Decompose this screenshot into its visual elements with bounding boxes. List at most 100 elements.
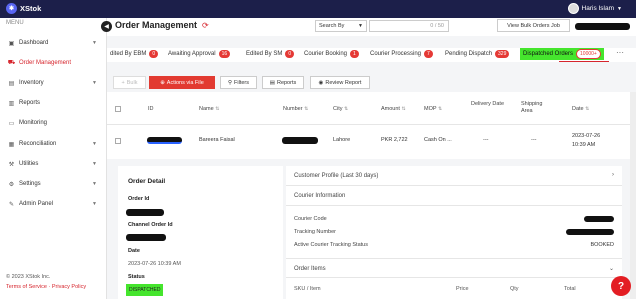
cell-time: 10:39 AM [572,142,596,148]
cell-number-redacted [282,137,318,144]
sidebar-item-admin-panel[interactable]: ✎ Admin Panel ▼ [0,198,107,210]
bulk-button[interactable]: + Bulk [113,76,146,89]
chevron-down-icon: ▼ [92,161,97,167]
scrollbar[interactable] [630,92,636,299]
order-id-link[interactable] [147,137,182,144]
tab-edited-by-ebm[interactable]: dited By EBM 0 [110,50,159,58]
search-input[interactable]: 0 / 50 [369,20,449,32]
chevron-right-icon: › [612,172,614,178]
sidebar-item-reports[interactable]: ▥ Reports [0,97,107,109]
order-detail-title: Order Detail [128,178,166,185]
help-button[interactable]: ? [611,276,631,296]
sidebar-item-monitoring[interactable]: ▭ Monitoring [0,117,107,129]
terms-link[interactable]: Terms of Service [6,284,47,290]
sidebar-item-order-management[interactable]: ⛟ Order Management [0,57,107,69]
cell-mop: Cash On ... [424,137,452,143]
courier-information-section[interactable]: Courier Information [286,186,622,206]
tab-label: Awaiting Approval [168,51,216,57]
sidebar-item-reconciliation[interactable]: ▦ Reconciliation ▼ [0,138,107,150]
order-id-value-redacted [126,209,164,216]
tab-edited-by-sm[interactable]: Edited By SM 0 [246,50,295,58]
filters-button-label: Filters [234,79,249,86]
sort-icon: ⇅ [304,106,309,112]
view-bulk-orders-job-button[interactable]: View Bulk Orders Job [497,19,570,32]
tab-count-badge: 7 [424,50,433,58]
menu-label: MENU [6,20,24,26]
tracking-number-redacted [566,229,614,235]
more-tabs-icon[interactable]: ··· [616,48,624,57]
orders-table: ID Name ⇅ Number ⇅ City ⇅ Amount ⇅ MOP ⇅… [107,92,636,159]
sidebar-item-settings[interactable]: ⚙ Settings ▼ [0,178,107,190]
gear-icon: ⚙ [8,181,15,188]
sidebar-item-label: Admin Panel [19,201,54,207]
chevron-down-icon: ▼ [617,5,622,12]
report-icon: ▤ [269,79,275,86]
section-title: Order Items [294,266,326,272]
report-icon: ▥ [8,100,15,107]
sidebar-item-dashboard[interactable]: ▣ Dashboard ▼ [0,37,107,49]
header-label: Amount [381,106,400,112]
search-by-label: Search By [319,23,345,29]
header-label: Shipping Area [521,101,543,114]
column-header-mop[interactable]: MOP ⇅ [424,106,442,113]
privacy-link[interactable]: Privacy Policy [52,284,86,290]
page-header: ◀ Order Management ⟳ Search By ▼ 0 / 50 … [101,18,636,36]
refresh-icon[interactable]: ⟳ [202,21,209,30]
header-label: ID [148,106,154,112]
dashboard-icon: ▣ [8,40,15,47]
column-header-id[interactable]: ID [148,106,154,113]
xstok-logo-icon: ✱ [6,3,17,14]
cell-amount: PKR 2,722 [381,137,408,143]
sort-icon: ⇅ [215,106,220,112]
tab-pending-dispatch[interactable]: Pending Dispatch 329 [445,50,510,58]
tab-label: Dispatched Orders [523,51,574,57]
tab-count-badge: 0 [149,50,159,58]
sidebar-item-label: Order Management [19,60,72,66]
eye-icon: ◉ [318,79,324,86]
tracking-status-label: Active Courier Tracking Status [294,242,368,248]
channel-order-id-value-redacted [126,234,166,241]
reports-button[interactable]: ▤ Reports [262,76,304,89]
column-header-delivery-date[interactable]: Delivery Date [471,101,505,108]
section-title: Customer Profile (Last 30 days) [294,173,379,179]
tab-courier-booking[interactable]: Courier Booking 1 [304,50,359,58]
actions-button-label: Actions via File [166,79,204,86]
brand[interactable]: ✱ XStok [6,3,41,14]
sidebar: MENU ▣ Dashboard ▼ ⛟ Order Management ▤ … [0,18,107,299]
review-report-button[interactable]: ◉ Review Report [310,76,370,89]
tab-courier-processing[interactable]: Courier Processing 7 [370,50,433,58]
sidebar-item-utilities[interactable]: ⚒ Utilities ▼ [0,158,107,170]
collapse-sidebar-button[interactable]: ◀ [101,21,112,32]
column-header-amount[interactable]: Amount ⇅ [381,106,406,113]
header-label: Date [572,106,584,112]
select-all-checkbox[interactable] [115,106,121,112]
status-label: Status [128,274,145,280]
tab-label: dited By EBM [110,51,147,57]
actions-via-file-button[interactable]: ⊕ Actions via File [149,76,215,89]
plus-icon: + [121,79,125,86]
tab-dispatched-orders[interactable]: Dispatched Orders 10000+ [520,48,604,60]
chevron-down-icon: ▼ [358,23,363,29]
row-checkbox[interactable] [115,138,121,144]
cell-city: Lahore [333,137,351,143]
tab-awaiting-approval[interactable]: Awaiting Approval 16 [168,50,231,58]
chevron-down-icon: ⌄ [608,266,614,272]
filters-button[interactable]: ⚲ Filters [220,76,257,89]
column-header-city[interactable]: City ⇅ [333,106,348,113]
column-header-number[interactable]: Number ⇅ [283,106,308,113]
sidebar-item-inventory[interactable]: ▤ Inventory ▼ [0,77,107,89]
sort-icon: ⇅ [585,106,590,112]
column-header-shipping-area[interactable]: Shipping Area [521,101,555,115]
column-header-date[interactable]: Date ⇅ [572,106,589,113]
tab-count-badge: 10000+ [576,49,601,59]
avatar [567,3,579,14]
tab-count-badge: 0 [285,50,295,58]
user-menu[interactable]: Haris Islam ▼ [567,3,622,14]
tracking-number-label: Tracking Number [294,229,336,235]
order-items-section[interactable]: Order Items ⌄ [286,258,622,278]
column-header-name[interactable]: Name ⇅ [199,106,219,113]
search-by-select[interactable]: Search By ▼ [315,20,367,32]
courier-code-redacted [584,216,614,222]
customer-profile-section[interactable]: Customer Profile (Last 30 days) › [286,166,622,186]
order-id-label: Order Id [128,196,150,202]
